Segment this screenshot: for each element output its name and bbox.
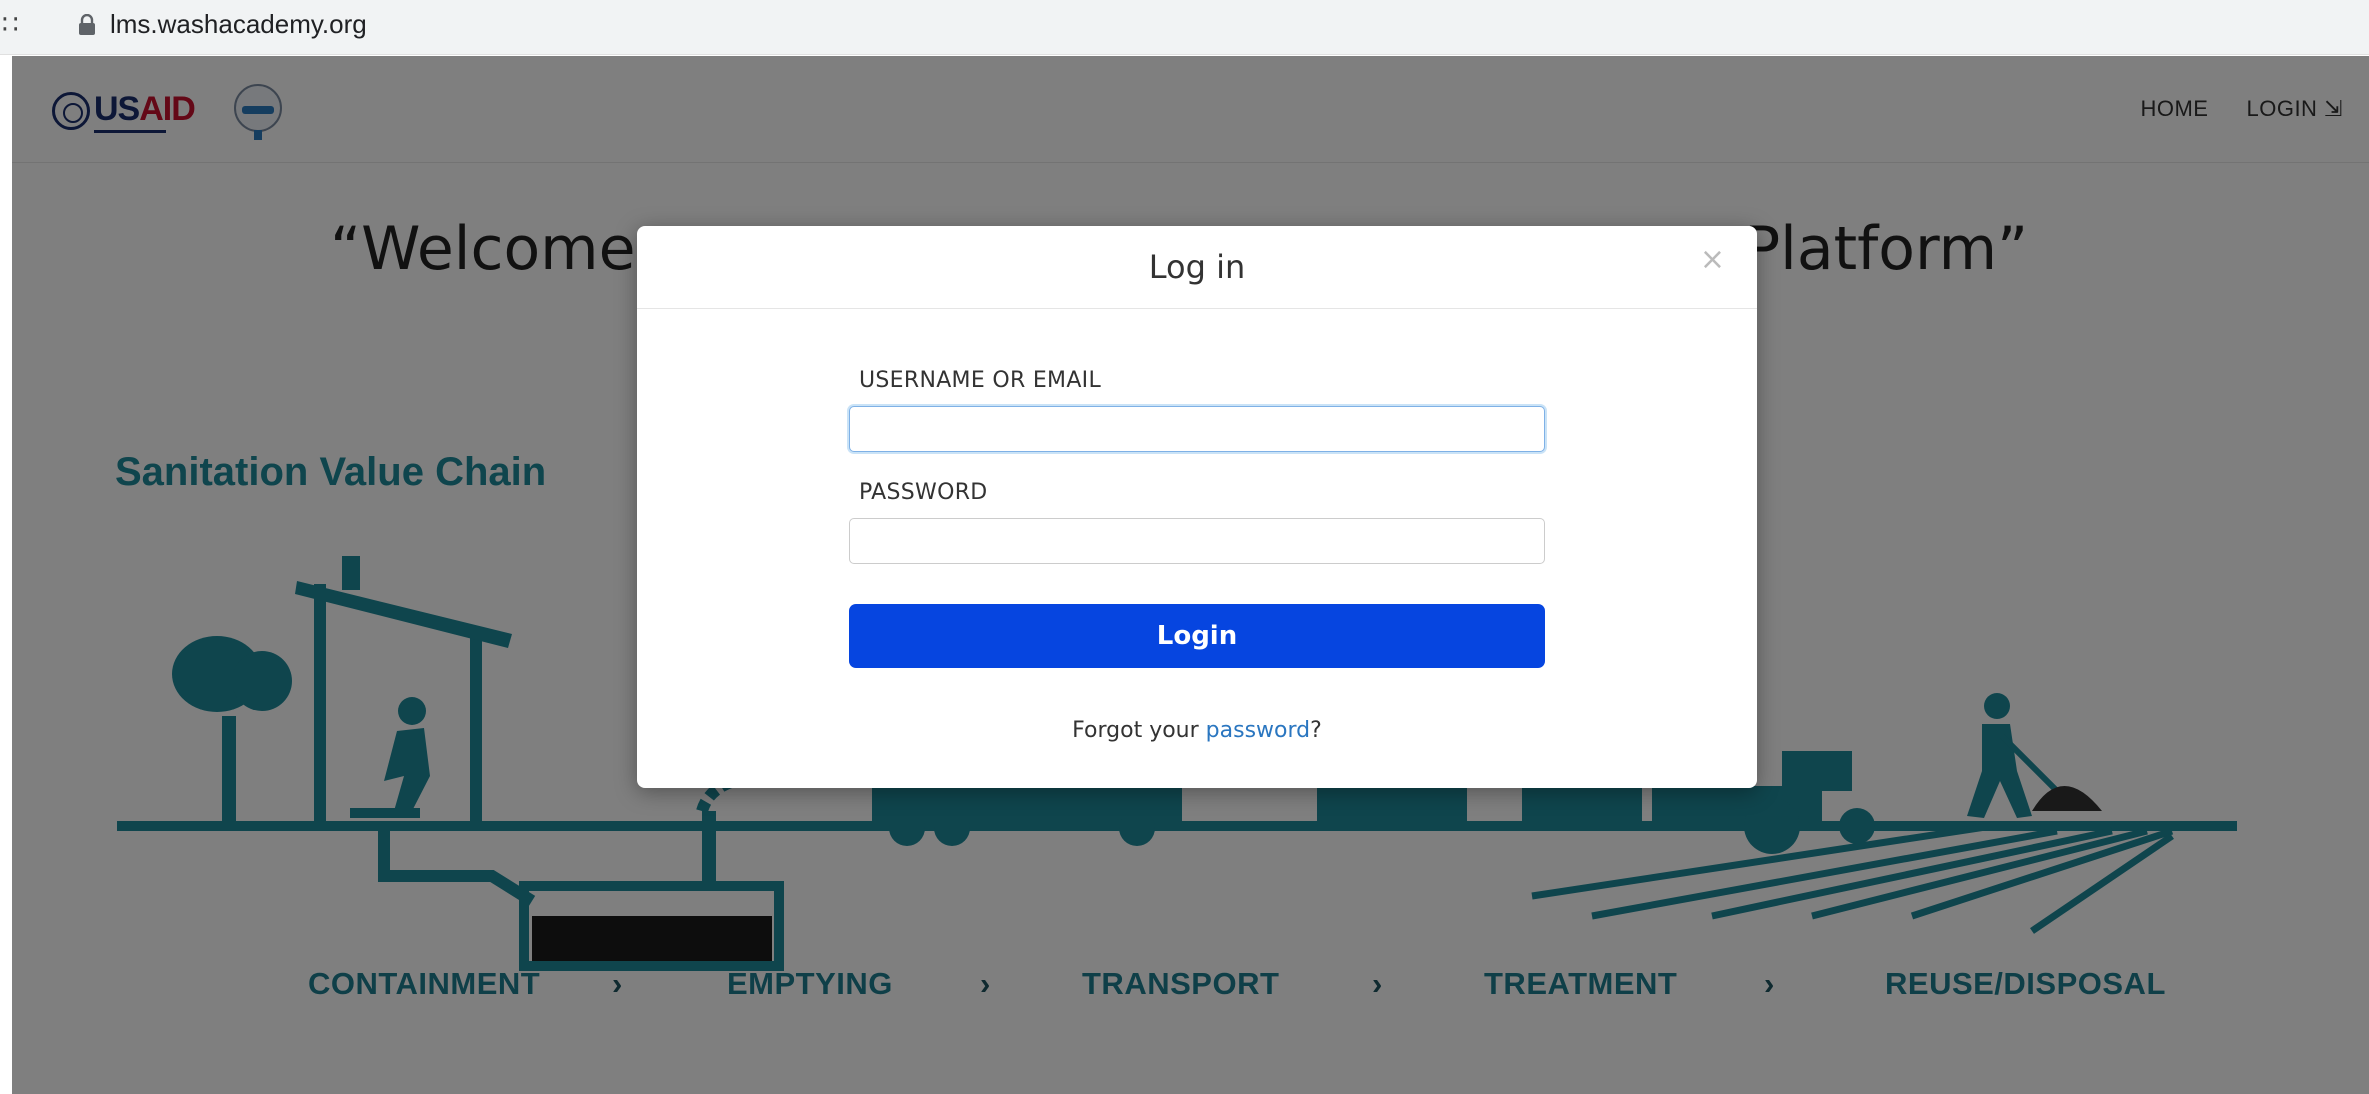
lock-icon[interactable] [78, 13, 96, 40]
url-text[interactable]: lms.washacademy.org [110, 9, 367, 40]
forgot-password-link[interactable]: password [1206, 718, 1310, 743]
username-label: USERNAME OR EMAIL [859, 368, 1102, 393]
modal-header: Log in × [637, 226, 1757, 309]
extension-icon[interactable]: ∷ [2, 10, 19, 40]
password-label: PASSWORD [859, 480, 988, 505]
close-icon[interactable]: × [1700, 242, 1725, 277]
password-input[interactable] [849, 518, 1545, 564]
username-input[interactable] [849, 406, 1545, 452]
page: USAID HOME LOGIN ⇲ “Welcome Platform” Sa… [12, 56, 2369, 1094]
login-button[interactable]: Login [849, 604, 1545, 668]
browser-address-bar: ∷ lms.washacademy.org [0, 0, 2369, 55]
forgot-password-text: Forgot your password? [1072, 718, 1322, 743]
login-modal: Log in × USERNAME OR EMAIL PASSWORD Logi… [637, 226, 1757, 788]
modal-title: Log in [1148, 248, 1246, 286]
